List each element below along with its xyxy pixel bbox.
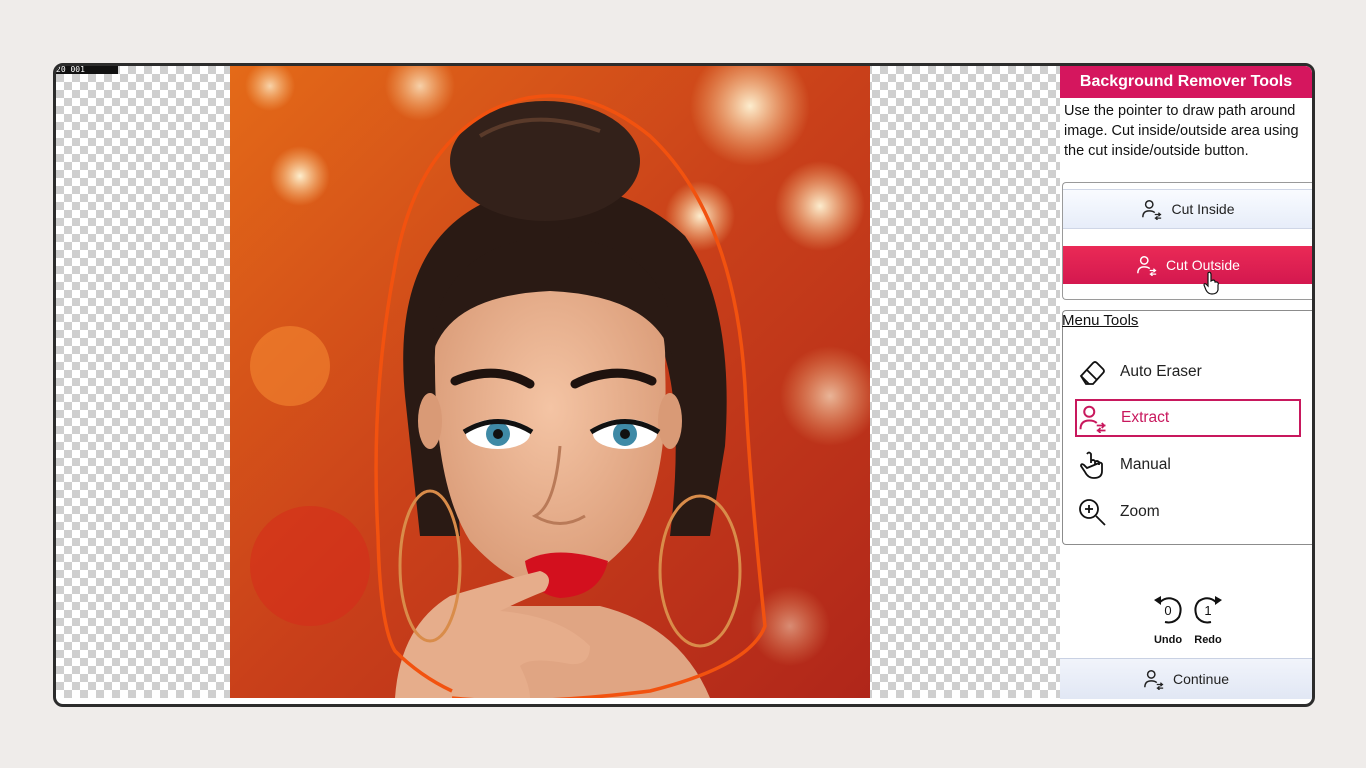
redo-count: 1 bbox=[1204, 603, 1211, 618]
person-swap-icon bbox=[1144, 670, 1164, 690]
cut-buttons-group: Cut Inside Cut Outside bbox=[1062, 182, 1312, 300]
continue-button[interactable]: Continue bbox=[1060, 658, 1312, 699]
continue-label: Continue bbox=[1172, 671, 1230, 687]
menu-item-label: Zoom bbox=[1120, 503, 1160, 520]
person-swap-icon bbox=[1077, 402, 1109, 434]
redo-label: Redo bbox=[1194, 634, 1222, 646]
menu-item-extract[interactable]: Extract bbox=[1075, 399, 1301, 437]
person-swap-icon bbox=[1142, 200, 1162, 220]
instructions-line: the cut inside/outside button. bbox=[1064, 143, 1249, 159]
undo-icon: 0 bbox=[1154, 596, 1182, 624]
eraser-icon bbox=[1076, 356, 1108, 388]
editing-canvas[interactable]: 20 001 bbox=[56, 66, 1060, 698]
panel-title: Background Remover Tools bbox=[1060, 66, 1312, 98]
cut-inside-button[interactable]: Cut Inside bbox=[1063, 189, 1312, 229]
menu-item-label: Auto Eraser bbox=[1120, 363, 1202, 380]
instructions-text: Use the pointer to draw path around imag… bbox=[1064, 101, 1310, 161]
cut-inside-label: Cut Inside bbox=[1171, 201, 1235, 217]
menu-item-label: Extract bbox=[1121, 409, 1170, 426]
menu-item-label: Manual bbox=[1120, 456, 1171, 473]
undo-button[interactable]: 0 Undo bbox=[1148, 592, 1188, 646]
menu-item-zoom[interactable]: Zoom bbox=[1076, 493, 1300, 531]
menu-tools-title: Menu Tools bbox=[1062, 312, 1139, 329]
undo-count: 0 bbox=[1164, 603, 1171, 618]
tools-panel: Background Remover Tools Use the pointer… bbox=[1060, 66, 1312, 699]
portrait-photo bbox=[230, 66, 870, 698]
redo-button[interactable]: 1 Redo bbox=[1188, 592, 1228, 646]
person-swap-icon bbox=[1137, 256, 1157, 276]
hand-cursor-icon bbox=[1203, 271, 1219, 295]
instructions-line: Use the pointer to draw path around bbox=[1064, 103, 1296, 119]
app-window: 20 001 Background Remover Tools Use the … bbox=[53, 63, 1315, 707]
corner-label: 20 001 bbox=[56, 66, 118, 74]
menu-item-manual[interactable]: Manual bbox=[1076, 446, 1300, 484]
instructions-line: image. Cut inside/outside area using bbox=[1064, 123, 1299, 139]
hand-pointer-icon bbox=[1076, 449, 1108, 481]
menu-item-auto-eraser[interactable]: Auto Eraser bbox=[1076, 353, 1300, 391]
undo-label: Undo bbox=[1153, 634, 1183, 646]
zoom-in-icon bbox=[1076, 496, 1108, 528]
cut-outside-button[interactable]: Cut Outside bbox=[1063, 246, 1312, 284]
redo-icon: 1 bbox=[1194, 596, 1222, 624]
